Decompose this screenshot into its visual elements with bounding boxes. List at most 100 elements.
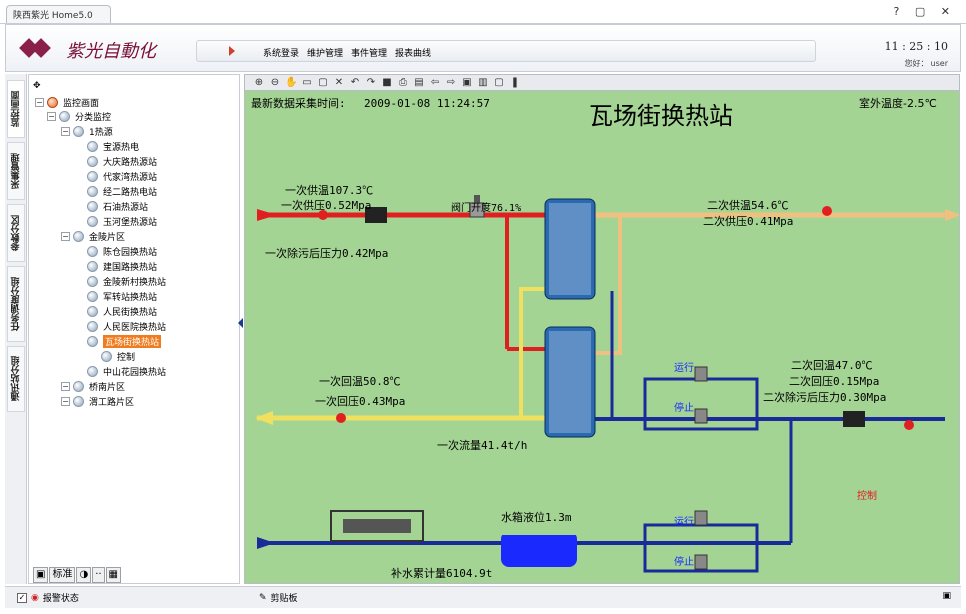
clipboard[interactable]: ✎ 剪贴板 [259, 591, 298, 605]
back-icon[interactable]: ⇦ [429, 77, 441, 89]
tree-node[interactable]: +人民医院换热站 [75, 319, 166, 333]
secondary-filter[interactable] [843, 411, 865, 427]
alarm-status[interactable]: ✓ ◉ 报警状态 [17, 591, 79, 604]
secondary-supply-pressure: 二次供压0.41Mpa [703, 214, 793, 228]
tab-collection[interactable]: 采集管理 [7, 142, 25, 200]
select-icon[interactable]: ▢ [317, 77, 329, 89]
expand-icon[interactable]: − [47, 111, 56, 121]
tab-params[interactable]: 参数分区 [7, 204, 25, 262]
tab-scheduling[interactable]: 任务调度分组 [7, 266, 25, 342]
tree-node[interactable]: +石油热源站 [75, 199, 148, 213]
primary-flow: 一次流量41.4t/h [437, 438, 527, 452]
window-controls[interactable]: ? ▢ ✕ [894, 5, 956, 18]
primary-return-temp: 一次回温50.8℃ [319, 374, 401, 388]
window-tab[interactable]: 陕西紫光 Home5.0 [6, 5, 111, 23]
bookmark-icon[interactable]: ❚ [509, 77, 521, 89]
folder-icon[interactable]: ▣ [461, 77, 473, 89]
tree-node[interactable]: +宝源热电 [75, 139, 139, 153]
tree-node-label: 玉河堡热源站 [103, 217, 158, 228]
menu-item-events[interactable]: 事件管理 [351, 46, 387, 59]
circulation-pump-run[interactable] [694, 366, 708, 382]
root-icon [47, 96, 58, 108]
tree-node[interactable]: +人民街换热站 [75, 304, 157, 318]
tree-refresh-icon[interactable]: ✥ [33, 79, 41, 93]
collapse-panel-icon[interactable] [238, 318, 243, 328]
logo-diamond-icon [31, 38, 51, 58]
undo-icon[interactable]: ↶ [349, 77, 361, 89]
side-tabs: 监控画面 采集管理 参数分区 任务调度分组 通讯站分组 [5, 74, 27, 584]
expand-icon[interactable]: − [61, 381, 70, 391]
tree-node[interactable]: +瓦场街换热站 [75, 334, 162, 348]
pump-stop-label-2: 停止 [674, 555, 694, 568]
tree-node-label: 金陵新村换热站 [103, 277, 167, 288]
primary-filter-pressure: 一次除污后压力0.42Mpa [265, 246, 388, 260]
collapse-icon[interactable]: − [35, 97, 44, 107]
tree-node-label: 建国路换热站 [103, 262, 158, 273]
control-link[interactable]: 控制 [857, 489, 877, 502]
zoom-out-icon[interactable]: ⊖ [269, 77, 281, 89]
tab-comm-stations[interactable]: 通讯站分组 [7, 346, 25, 412]
dots-icon[interactable]: ·· [92, 567, 105, 583]
tree-node[interactable]: +中山花园换热站 [75, 364, 166, 378]
water-tank [501, 527, 577, 567]
menu-item-reports[interactable]: 报表曲线 [395, 46, 431, 59]
grid-icon[interactable]: ▦ [105, 567, 121, 583]
tree-node[interactable]: − 分类监控 [47, 109, 111, 123]
save-icon[interactable]: ▤ [413, 77, 425, 89]
tree-root[interactable]: − 监控画面 [35, 95, 99, 109]
tree-node[interactable]: +金陵新村换热站 [75, 274, 166, 288]
node-icon [73, 125, 84, 137]
tree-node[interactable]: +陈仓园换热站 [75, 244, 157, 258]
moon-icon[interactable]: ◑ [76, 567, 92, 583]
tree-node[interactable]: +军转站换热站 [75, 289, 157, 303]
node-icon [87, 155, 98, 167]
standard-button[interactable]: 标准 [49, 567, 76, 583]
node-icon [87, 245, 98, 257]
tree-toolbar: ▣ 标准 ◑ ·· ▦ [33, 567, 121, 583]
makeup-pump-stop[interactable] [694, 554, 708, 570]
alarm-checkbox[interactable]: ✓ [17, 592, 27, 603]
tree-node[interactable]: − 桥南片区 [61, 379, 125, 393]
expand-icon[interactable]: − [61, 396, 70, 406]
station-tree: ✥ − 监控画面 −分类监控−1热源+宝源热电+大庆路热源站+代家湾热源站+经二… [28, 74, 240, 584]
delete-icon[interactable]: ✕ [333, 77, 345, 89]
redo-icon[interactable]: ↷ [365, 77, 377, 89]
tree-node[interactable]: +代家湾热源站 [75, 169, 157, 183]
tree-node[interactable]: +控制 [89, 349, 135, 363]
tab-monitor[interactable]: 监控画面 [7, 80, 25, 138]
secondary-return-pressure: 二次回压0.15Mpa [789, 374, 879, 388]
window-icon[interactable]: ▢ [493, 77, 505, 89]
pan-icon[interactable]: ✋ [285, 77, 297, 89]
tree-node-label: 分类监控 [75, 112, 112, 123]
thermometer-icon [822, 206, 832, 216]
tree-node[interactable]: +玉河堡热源站 [75, 214, 157, 228]
scada-view: ⊕ ⊖ ✋ ▭ ▢ ✕ ↶ ↷ ■ ⎙ ▤ ⇦ ⇨ ▣ ▥ ▢ ❚ 最新数据采集… [244, 74, 960, 584]
tree-node[interactable]: − 渭工路片区 [61, 394, 134, 408]
node-icon [59, 110, 70, 122]
secondary-supply-temp: 二次供温54.6℃ [707, 198, 789, 212]
tree-node[interactable]: − 金陵片区 [61, 229, 125, 243]
menu-item-login[interactable]: 系统登录 [263, 46, 299, 59]
fit-icon[interactable]: ▭ [301, 77, 313, 89]
tree-node[interactable]: − 1热源 [61, 124, 113, 138]
plate-heat-exchanger-2 [544, 326, 596, 438]
tree-node[interactable]: +大庆路热源站 [75, 154, 157, 168]
tree-node[interactable]: +建国路换热站 [75, 259, 157, 273]
tree-node-label: 宝源热电 [103, 142, 140, 153]
node-icon [87, 365, 98, 377]
forward-icon[interactable]: ⇨ [445, 77, 457, 89]
menu-item-maintenance[interactable]: 维护管理 [307, 46, 343, 59]
zoom-in-icon[interactable]: ⊕ [253, 77, 265, 89]
node-icon [73, 230, 84, 242]
expand-icon[interactable]: − [61, 231, 70, 241]
stop-icon[interactable]: ■ [381, 77, 393, 89]
panel-toggle-icon[interactable]: ▣ [942, 591, 951, 601]
export-icon[interactable]: ▥ [477, 77, 489, 89]
palette-icon[interactable]: ▣ [33, 567, 49, 583]
tree-node-label: 陈仓园换热站 [103, 247, 158, 258]
print-icon[interactable]: ⎙ [397, 77, 409, 89]
expand-icon[interactable]: − [61, 126, 70, 136]
makeup-pump-run[interactable] [694, 510, 708, 526]
circulation-pump-stop[interactable] [694, 408, 708, 424]
tree-node[interactable]: +经二路热电站 [75, 184, 157, 198]
